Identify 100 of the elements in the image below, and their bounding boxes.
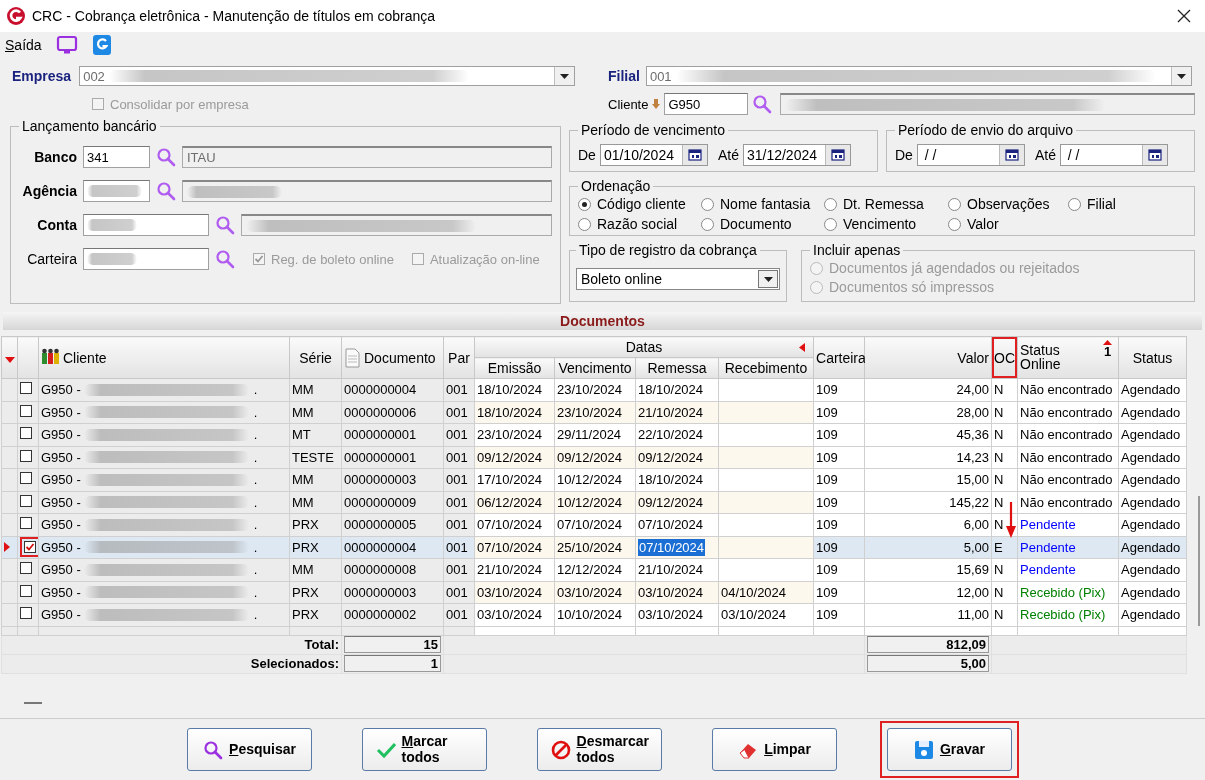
client-field[interactable]: G950 <box>664 93 749 115</box>
column-header[interactable]: Documento <box>341 336 444 379</box>
action-button[interactable]: Gravar <box>887 728 1012 771</box>
search-icon[interactable] <box>156 147 176 167</box>
sort-down-icon <box>4 356 15 363</box>
table-cell: 24,00 <box>864 378 992 401</box>
radio-label: Dt. Remessa <box>843 196 924 212</box>
action-button[interactable]: Desmarcar todos <box>537 728 662 771</box>
column-header[interactable]: Status <box>1118 336 1187 379</box>
menu-item[interactable]: Saída <box>5 37 42 53</box>
checkbox[interactable] <box>20 494 32 507</box>
date-field[interactable]: 01/10/2024 <box>599 143 708 166</box>
field-label: Conta <box>36 217 77 233</box>
action-button[interactable]: Pesquisar <box>187 728 312 771</box>
checkbox-label: Atualização on-line <box>429 251 540 267</box>
total-value: 1 <box>344 655 441 672</box>
scrollbar[interactable] <box>1198 496 1200 626</box>
radio-button[interactable] <box>824 197 837 211</box>
table-cell: . <box>253 382 258 398</box>
dropdown-button[interactable] <box>758 270 778 288</box>
company-combobox[interactable]: 002 <box>79 66 576 86</box>
column-header[interactable]: Carteira <box>813 336 865 379</box>
radio-label: Código cliente <box>597 196 686 212</box>
registration-type-dropdown[interactable]: Boleto online <box>576 268 780 290</box>
checkbox[interactable] <box>20 404 32 417</box>
field-label: Banco <box>33 149 77 165</box>
calendar-button[interactable] <box>998 144 1024 165</box>
checkbox[interactable] <box>24 541 36 554</box>
input-field[interactable]: 341 <box>83 146 150 168</box>
table-cell: G950 - <box>41 584 81 600</box>
checkbox[interactable] <box>20 584 32 597</box>
column-header[interactable]: Valor <box>864 336 992 379</box>
total-value: 812,09 <box>867 636 989 653</box>
table-cell: G950 - <box>41 427 81 443</box>
calendar-button[interactable] <box>1141 144 1167 165</box>
table-cell: 15,69 <box>864 558 992 581</box>
search-icon[interactable] <box>215 215 235 235</box>
column-header[interactable]: Status Online 1 <box>1017 336 1119 379</box>
radio-button[interactable] <box>578 197 591 211</box>
search-icon[interactable] <box>215 249 235 269</box>
field-label: De <box>578 146 596 163</box>
radio-button[interactable] <box>948 217 961 231</box>
radio-label: Observações <box>967 196 1050 212</box>
checkbox[interactable] <box>20 427 32 440</box>
radio-label: Vencimento <box>843 216 917 232</box>
sort-up-icon <box>1103 340 1112 345</box>
radio-label: Documentos já agendados ou rejeitados <box>829 260 1080 276</box>
group-title: Incluir apenas <box>812 242 902 258</box>
input-field[interactable] <box>83 214 209 236</box>
column-header[interactable]: OC <box>991 336 1018 379</box>
date-field[interactable]: 31/12/2024 <box>742 143 851 166</box>
field-label: De <box>895 146 913 163</box>
radio-label: Razão social <box>597 216 678 232</box>
checkbox[interactable] <box>20 449 32 462</box>
save-icon <box>913 739 934 760</box>
dropdown-button[interactable] <box>1170 67 1191 85</box>
total-label: Selecionados: <box>249 656 339 671</box>
action-button[interactable]: Limpar <box>712 728 837 771</box>
radio-button[interactable] <box>701 217 714 231</box>
radio-button[interactable] <box>1068 197 1081 211</box>
caret-icon <box>763 276 773 282</box>
g-logo-icon[interactable] <box>91 34 112 56</box>
calendar-button[interactable] <box>681 144 707 165</box>
table-cell: . <box>253 539 258 555</box>
app-logo-icon <box>6 6 26 26</box>
checkbox[interactable] <box>20 517 32 530</box>
group-title: Período de vencimento <box>580 122 726 138</box>
dropdown-button[interactable] <box>554 67 575 85</box>
branch-combobox[interactable]: 001 <box>645 66 1192 86</box>
action-button[interactable]: Marcar todos <box>362 728 487 771</box>
checkbox[interactable] <box>20 562 32 575</box>
field-label: Cliente <box>608 96 649 112</box>
column-header[interactable]: Cliente <box>38 336 290 379</box>
radio-button[interactable] <box>578 217 591 231</box>
column-header[interactable]: Série <box>289 336 342 379</box>
table-cell: . <box>253 494 258 510</box>
total-label: Total: <box>303 637 339 652</box>
date-field[interactable]: / / <box>1059 143 1168 166</box>
collapse-icon[interactable] <box>799 343 805 352</box>
radio-button[interactable] <box>824 217 837 231</box>
calendar-button[interactable] <box>824 144 850 165</box>
search-icon[interactable] <box>156 181 176 201</box>
date-field[interactable]: / / <box>916 143 1025 166</box>
radio-button[interactable] <box>701 197 714 211</box>
input-field[interactable] <box>83 180 150 202</box>
monitor-icon[interactable] <box>55 35 78 55</box>
input-field[interactable] <box>83 248 209 270</box>
field-label: Filial <box>608 68 640 84</box>
column-header[interactable]: Par <box>443 336 475 379</box>
caret-icon <box>560 73 570 79</box>
table-cell: . <box>253 449 258 465</box>
radio-button[interactable] <box>948 197 961 211</box>
checkbox[interactable] <box>20 472 32 485</box>
table-cell: 6,00 <box>864 513 992 536</box>
checkbox[interactable] <box>20 607 32 620</box>
checkbox[interactable] <box>20 382 32 395</box>
caret-icon <box>1176 73 1186 79</box>
calendar-icon <box>687 148 702 161</box>
column-header[interactable] <box>1 336 18 379</box>
search-icon[interactable] <box>752 94 773 114</box>
